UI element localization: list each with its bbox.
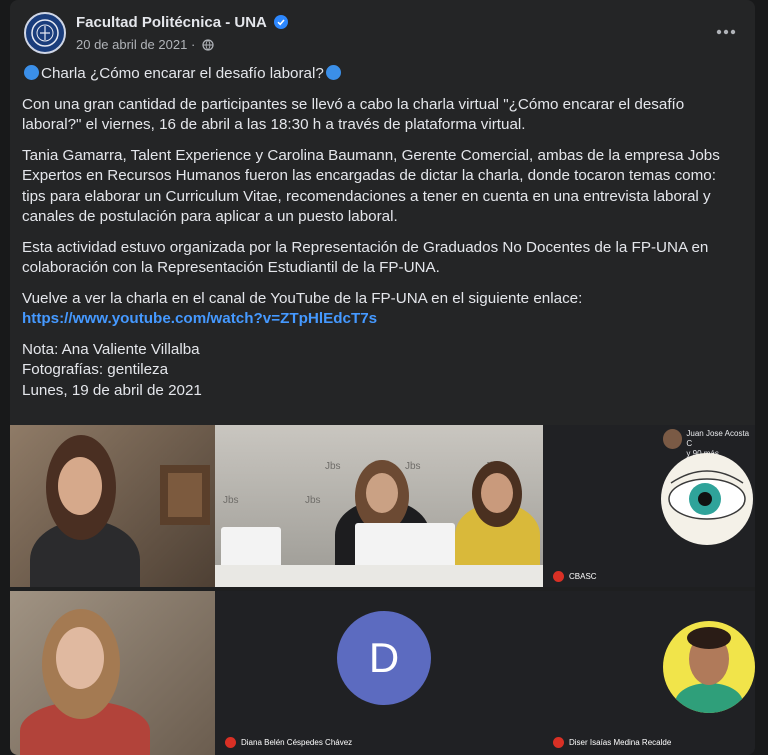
wall-logo-text: Jbs	[325, 461, 341, 472]
verified-badge-icon	[274, 15, 289, 29]
video-tile-juan-jose: Juan Jose Acosta C y 90 más CBASC	[543, 425, 755, 587]
person-body	[675, 683, 743, 713]
presenter-face	[366, 473, 398, 513]
youtube-link[interactable]: https://www.youtube.com/watch?v=ZTpHlEdc…	[22, 310, 377, 327]
wall-logo-text: Jbs	[223, 495, 239, 506]
youtube-intro: Vuelve a ver la charla en el canal de Yo…	[22, 289, 583, 307]
more-options-button[interactable]	[712, 18, 740, 46]
table-surface	[215, 565, 543, 587]
video-tile-jobs-room: Jbs Jbs Jbs Jbs Jbs Jbs	[215, 425, 543, 587]
youtube-paragraph: Vuelve a ver la charla en el canal de Yo…	[22, 289, 742, 330]
page-name-link[interactable]: Facultad Politécnica - UNA	[76, 14, 266, 31]
participant-name: Diser Isaías Medina Recalde	[569, 738, 672, 747]
participant-initial-avatar: D	[337, 611, 431, 705]
video-tile-speaker-2	[10, 591, 215, 755]
credits: Nota: Ana Valiente Villalba Fotografías:…	[22, 340, 742, 402]
mic-muted-icon	[225, 737, 236, 748]
blue-circle-emoji-icon	[24, 65, 39, 80]
page-avatar[interactable]	[24, 12, 66, 54]
post-card: Facultad Politécnica - UNA 20 de abril d…	[10, 0, 755, 755]
mic-muted-icon	[553, 571, 564, 582]
una-seal-logo	[31, 19, 59, 47]
presenter-2-face	[481, 473, 513, 513]
wall-logo-text: Jbs	[405, 461, 421, 472]
person-face	[56, 627, 104, 689]
participant-name: Juan Jose Acosta C	[686, 429, 750, 448]
wall-logo-text: Jbs	[305, 495, 321, 506]
participant-name: CBASC	[569, 572, 597, 581]
person-face	[58, 457, 102, 515]
participant-profile-photo	[663, 621, 755, 713]
meta-separator: ·	[190, 37, 196, 52]
shelf-inner	[168, 473, 202, 517]
mic-muted-icon	[553, 737, 564, 748]
participant-tag: CBASC	[553, 571, 597, 582]
credit-date: Lunes, 19 de abril de 2021	[22, 381, 202, 399]
participant-tag: Diser Isaías Medina Recalde	[553, 737, 671, 748]
more-options-icon	[716, 29, 736, 35]
globe-icon[interactable]	[202, 39, 214, 51]
post-title-line: Charla ¿Cómo encarar el desafío laboral?	[22, 64, 742, 85]
post-meta: 20 de abril de 2021 ·	[76, 37, 214, 52]
video-tile-diana: D Diana Belén Céspedes Chávez	[215, 591, 543, 755]
post-body: Charla ¿Cómo encarar el desafío laboral?…	[22, 64, 742, 411]
page-name-row: Facultad Politécnica - UNA	[76, 14, 289, 31]
video-tile-speaker-1	[10, 425, 215, 587]
eye-illustration	[668, 470, 746, 520]
post-header: Facultad Politécnica - UNA 20 de abril d…	[24, 12, 744, 58]
post-date[interactable]: 20 de abril de 2021	[76, 37, 187, 52]
credit-note: Nota: Ana Valiente Villalba	[22, 340, 200, 358]
participant-tag: Diana Belén Céspedes Chávez	[225, 737, 352, 748]
eye-profile-photo	[661, 453, 753, 545]
credit-photos: Fotografías: gentileza	[22, 361, 169, 378]
paragraph-3: Esta actividad estuvo organizada por la …	[22, 238, 709, 277]
participant-name: Diana Belén Céspedes Chávez	[241, 738, 353, 747]
video-tile-diser: Diser Isaías Medina Recalde	[543, 591, 755, 755]
blue-circle-emoji-icon	[325, 65, 341, 80]
participant-mini-avatar	[663, 429, 683, 449]
paragraph-2: Tania Gamarra, Talent Experience y Carol…	[22, 146, 720, 226]
post-title: Charla ¿Cómo encarar el desafío laboral?	[41, 65, 324, 82]
paragraph-1: Con una gran cantidad de participantes s…	[22, 95, 685, 134]
meeting-screenshot[interactable]: Jbs Jbs Jbs Jbs Jbs Jbs Juan Jose Acosta…	[10, 425, 755, 755]
person-hair	[687, 627, 731, 649]
